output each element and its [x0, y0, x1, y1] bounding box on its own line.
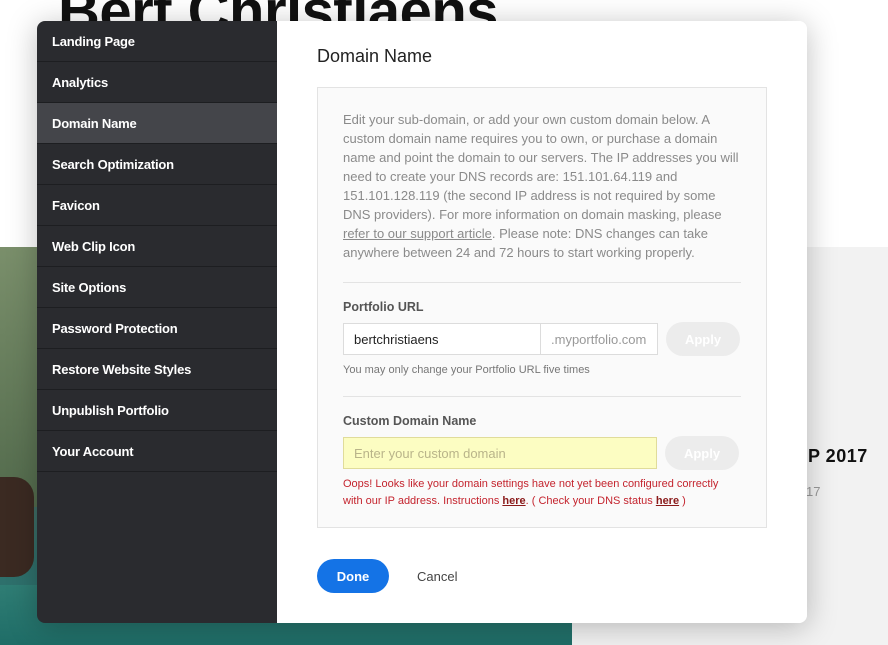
custom-domain-label: Custom Domain Name — [343, 414, 477, 428]
project-title: P 2017 — [808, 446, 868, 466]
custom-domain-input[interactable]: Enter your custom domain — [343, 437, 657, 469]
portfolio-url-suffix: .myportfolio.com — [540, 323, 658, 355]
dialog-footer: Done Cancel — [317, 559, 457, 593]
sidebar-item-label: Unpublish Portfolio — [52, 402, 169, 418]
sidebar-item-label: Web Clip Icon — [52, 238, 136, 254]
done-button[interactable]: Done — [317, 559, 389, 593]
domain-settings-panel: Edit your sub-domain, or add your own cu… — [317, 87, 767, 528]
instructions-link[interactable]: here — [502, 495, 525, 507]
sidebar-item-favicon[interactable]: Favicon — [37, 185, 277, 226]
cancel-button[interactable]: Cancel — [417, 569, 457, 584]
dns-status-link[interactable]: here — [656, 495, 679, 507]
divider — [343, 396, 741, 397]
sidebar-item-web-clip-icon[interactable]: Web Clip Icon — [37, 226, 277, 267]
sidebar-item-label: Site Options — [52, 279, 127, 295]
error-text-mid: . ( Check your DNS status — [525, 495, 656, 507]
sidebar-item-label: Search Optimization — [52, 156, 174, 172]
divider — [343, 282, 741, 283]
sidebar-item-label: Landing Page — [52, 33, 135, 49]
dialog-title: Domain Name — [317, 46, 433, 66]
photo-person — [0, 477, 34, 577]
domain-error-message: Oops! Looks like your domain settings ha… — [343, 476, 741, 510]
settings-sidebar: Landing Page Analytics Domain Name Searc… — [37, 21, 277, 623]
sidebar-item-your-account[interactable]: Your Account — [37, 431, 277, 472]
portfolio-url-input[interactable]: bertchristiaens — [343, 323, 540, 355]
sidebar-item-label: Password Protection — [52, 320, 178, 336]
sidebar-item-label: Favicon — [52, 197, 100, 213]
sidebar-item-password-protection[interactable]: Password Protection — [37, 308, 277, 349]
portfolio-url-apply-button[interactable]: Apply — [666, 322, 740, 356]
sidebar-item-search-optimization[interactable]: Search Optimization — [37, 144, 277, 185]
dialog-content: Domain Name Edit your sub-domain, or add… — [277, 21, 807, 623]
sidebar-item-landing-page[interactable]: Landing Page — [37, 21, 277, 62]
portfolio-url-hint: You may only change your Portfolio URL f… — [343, 364, 590, 376]
sidebar-item-label: Restore Website Styles — [52, 361, 192, 377]
sidebar-item-unpublish-portfolio[interactable]: Unpublish Portfolio — [37, 390, 277, 431]
sidebar-item-label: Domain Name — [52, 115, 137, 131]
sidebar-item-restore-website-styles[interactable]: Restore Website Styles — [37, 349, 277, 390]
support-article-link[interactable]: refer to our support article — [343, 226, 492, 241]
custom-domain-apply-button[interactable]: Apply — [665, 436, 739, 470]
description-text: Edit your sub-domain, or add your own cu… — [343, 112, 739, 222]
settings-modal: Landing Page Analytics Domain Name Searc… — [37, 21, 807, 623]
sidebar-item-label: Your Account — [52, 443, 134, 459]
portfolio-url-label: Portfolio URL — [343, 300, 424, 314]
error-text-end: ) — [679, 495, 686, 507]
sidebar-item-domain-name[interactable]: Domain Name — [37, 103, 277, 144]
portfolio-url-row: bertchristiaens .myportfolio.com Apply — [343, 322, 741, 356]
domain-description: Edit your sub-domain, or add your own cu… — [343, 110, 741, 262]
project-subtitle: 17 — [806, 484, 821, 499]
custom-domain-row: Enter your custom domain Apply — [343, 436, 741, 470]
sidebar-item-label: Analytics — [52, 74, 109, 90]
sidebar-item-site-options[interactable]: Site Options — [37, 267, 277, 308]
sidebar-item-analytics[interactable]: Analytics — [37, 62, 277, 103]
